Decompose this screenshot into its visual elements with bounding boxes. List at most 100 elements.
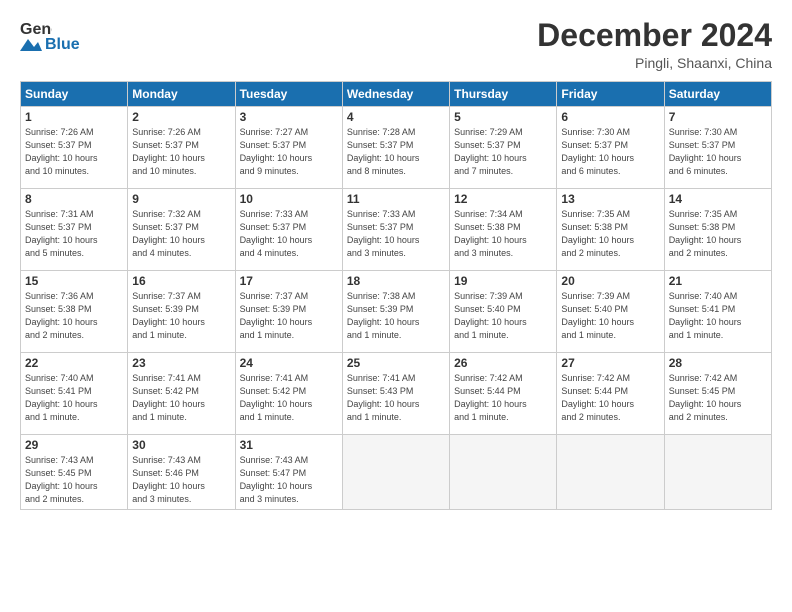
header: General Blue December 2024 Pingli, Shaan… <box>20 18 772 71</box>
month-title: December 2024 <box>537 18 772 53</box>
weekday-monday: Monday <box>128 82 235 107</box>
day-number: 9 <box>132 192 230 206</box>
day-number: 12 <box>454 192 552 206</box>
day-number: 28 <box>669 356 767 370</box>
logo-bird-icon <box>20 37 42 53</box>
day-number: 6 <box>561 110 659 124</box>
day-number: 15 <box>25 274 123 288</box>
day-info: Sunrise: 7:35 AM Sunset: 5:38 PM Dayligh… <box>669 208 767 260</box>
calendar-cell: 29 Sunrise: 7:43 AM Sunset: 5:45 PM Dayli… <box>21 435 128 510</box>
week-row-5: 29 Sunrise: 7:43 AM Sunset: 5:45 PM Dayli… <box>21 435 772 510</box>
day-info: Sunrise: 7:30 AM Sunset: 5:37 PM Dayligh… <box>561 126 659 178</box>
day-number: 11 <box>347 192 445 206</box>
weekday-thursday: Thursday <box>450 82 557 107</box>
day-number: 7 <box>669 110 767 124</box>
day-number: 2 <box>132 110 230 124</box>
day-number: 29 <box>25 438 123 452</box>
day-number: 17 <box>240 274 338 288</box>
title-block: December 2024 Pingli, Shaanxi, China <box>537 18 772 71</box>
day-number: 8 <box>25 192 123 206</box>
day-info: Sunrise: 7:42 AM Sunset: 5:45 PM Dayligh… <box>669 372 767 424</box>
day-number: 21 <box>669 274 767 288</box>
calendar-cell: 12 Sunrise: 7:34 AM Sunset: 5:38 PM Dayli… <box>450 189 557 271</box>
calendar-cell: 21 Sunrise: 7:40 AM Sunset: 5:41 PM Dayli… <box>664 271 771 353</box>
day-number: 16 <box>132 274 230 288</box>
calendar-cell: 13 Sunrise: 7:35 AM Sunset: 5:38 PM Dayli… <box>557 189 664 271</box>
week-row-2: 8 Sunrise: 7:31 AM Sunset: 5:37 PM Daylig… <box>21 189 772 271</box>
day-info: Sunrise: 7:26 AM Sunset: 5:37 PM Dayligh… <box>25 126 123 178</box>
calendar-cell: 6 Sunrise: 7:30 AM Sunset: 5:37 PM Daylig… <box>557 107 664 189</box>
calendar-cell: 26Sunrise: 7:42 AM Sunset: 5:44 PM Dayli… <box>450 353 557 435</box>
calendar-cell: 16 Sunrise: 7:37 AM Sunset: 5:39 PM Dayli… <box>128 271 235 353</box>
day-number: 22 <box>25 356 123 370</box>
day-number: 23 <box>132 356 230 370</box>
day-info: Sunrise: 7:43 AM Sunset: 5:47 PM Dayligh… <box>240 454 338 506</box>
calendar-cell: 17 Sunrise: 7:37 AM Sunset: 5:39 PM Dayli… <box>235 271 342 353</box>
calendar-cell <box>664 435 771 510</box>
weekday-header-row: SundayMondayTuesdayWednesdayThursdayFrid… <box>21 82 772 107</box>
calendar-cell: 20Sunrise: 7:39 AM Sunset: 5:40 PM Dayli… <box>557 271 664 353</box>
calendar-cell: 25 Sunrise: 7:41 AM Sunset: 5:43 PM Dayli… <box>342 353 449 435</box>
weekday-wednesday: Wednesday <box>342 82 449 107</box>
calendar-cell: 11 Sunrise: 7:33 AM Sunset: 5:37 PM Dayli… <box>342 189 449 271</box>
day-info: Sunrise: 7:40 AM Sunset: 5:41 PM Dayligh… <box>25 372 123 424</box>
page: General Blue December 2024 Pingli, Shaan… <box>0 0 792 612</box>
day-info: Sunrise: 7:43 AM Sunset: 5:45 PM Dayligh… <box>25 454 123 506</box>
weekday-tuesday: Tuesday <box>235 82 342 107</box>
calendar-body: 1 Sunrise: 7:26 AM Sunset: 5:37 PM Daylig… <box>21 107 772 510</box>
day-number: 1 <box>25 110 123 124</box>
day-number: 27 <box>561 356 659 370</box>
day-number: 18 <box>347 274 445 288</box>
calendar-cell <box>557 435 664 510</box>
day-number: 3 <box>240 110 338 124</box>
day-info: Sunrise: 7:37 AM Sunset: 5:39 PM Dayligh… <box>240 290 338 342</box>
calendar-cell <box>342 435 449 510</box>
day-info: Sunrise: 7:28 AM Sunset: 5:37 PM Dayligh… <box>347 126 445 178</box>
calendar-table: SundayMondayTuesdayWednesdayThursdayFrid… <box>20 81 772 510</box>
day-info: Sunrise: 7:38 AM Sunset: 5:39 PM Dayligh… <box>347 290 445 342</box>
day-number: 24 <box>240 356 338 370</box>
calendar-cell: 8 Sunrise: 7:31 AM Sunset: 5:37 PM Daylig… <box>21 189 128 271</box>
day-info: Sunrise: 7:41 AM Sunset: 5:42 PM Dayligh… <box>240 372 338 424</box>
day-info: Sunrise: 7:41 AM Sunset: 5:43 PM Dayligh… <box>347 372 445 424</box>
calendar-cell: 3 Sunrise: 7:27 AM Sunset: 5:37 PM Daylig… <box>235 107 342 189</box>
calendar-cell: 27Sunrise: 7:42 AM Sunset: 5:44 PM Dayli… <box>557 353 664 435</box>
calendar-cell <box>450 435 557 510</box>
calendar-cell: 1 Sunrise: 7:26 AM Sunset: 5:37 PM Daylig… <box>21 107 128 189</box>
day-info: Sunrise: 7:26 AM Sunset: 5:37 PM Dayligh… <box>132 126 230 178</box>
calendar-cell: 22 Sunrise: 7:40 AM Sunset: 5:41 PM Dayli… <box>21 353 128 435</box>
day-info: Sunrise: 7:30 AM Sunset: 5:37 PM Dayligh… <box>669 126 767 178</box>
day-info: Sunrise: 7:31 AM Sunset: 5:37 PM Dayligh… <box>25 208 123 260</box>
day-info: Sunrise: 7:27 AM Sunset: 5:37 PM Dayligh… <box>240 126 338 178</box>
calendar-cell: 15 Sunrise: 7:36 AM Sunset: 5:38 PM Dayli… <box>21 271 128 353</box>
day-info: Sunrise: 7:34 AM Sunset: 5:38 PM Dayligh… <box>454 208 552 260</box>
day-info: Sunrise: 7:29 AM Sunset: 5:37 PM Dayligh… <box>454 126 552 178</box>
day-info: Sunrise: 7:39 AM Sunset: 5:40 PM Dayligh… <box>454 290 552 342</box>
calendar-cell: 18 Sunrise: 7:38 AM Sunset: 5:39 PM Dayli… <box>342 271 449 353</box>
day-info: Sunrise: 7:33 AM Sunset: 5:37 PM Dayligh… <box>347 208 445 260</box>
day-number: 5 <box>454 110 552 124</box>
calendar-cell: 31 Sunrise: 7:43 AM Sunset: 5:47 PM Dayli… <box>235 435 342 510</box>
calendar-cell: 10 Sunrise: 7:33 AM Sunset: 5:37 PM Dayli… <box>235 189 342 271</box>
logo-blue-text: Blue <box>45 36 80 54</box>
day-info: Sunrise: 7:43 AM Sunset: 5:46 PM Dayligh… <box>132 454 230 506</box>
day-info: Sunrise: 7:41 AM Sunset: 5:42 PM Dayligh… <box>132 372 230 424</box>
calendar-cell: 24 Sunrise: 7:41 AM Sunset: 5:42 PM Dayli… <box>235 353 342 435</box>
week-row-3: 15 Sunrise: 7:36 AM Sunset: 5:38 PM Dayli… <box>21 271 772 353</box>
day-number: 10 <box>240 192 338 206</box>
day-info: Sunrise: 7:36 AM Sunset: 5:38 PM Dayligh… <box>25 290 123 342</box>
day-info: Sunrise: 7:42 AM Sunset: 5:44 PM Dayligh… <box>454 372 552 424</box>
day-number: 13 <box>561 192 659 206</box>
day-info: Sunrise: 7:35 AM Sunset: 5:38 PM Dayligh… <box>561 208 659 260</box>
location-subtitle: Pingli, Shaanxi, China <box>537 55 772 71</box>
day-info: Sunrise: 7:40 AM Sunset: 5:41 PM Dayligh… <box>669 290 767 342</box>
calendar-cell: 28 Sunrise: 7:42 AM Sunset: 5:45 PM Dayli… <box>664 353 771 435</box>
calendar-cell: 7 Sunrise: 7:30 AM Sunset: 5:37 PM Daylig… <box>664 107 771 189</box>
weekday-friday: Friday <box>557 82 664 107</box>
day-info: Sunrise: 7:33 AM Sunset: 5:37 PM Dayligh… <box>240 208 338 260</box>
day-number: 4 <box>347 110 445 124</box>
day-info: Sunrise: 7:37 AM Sunset: 5:39 PM Dayligh… <box>132 290 230 342</box>
day-number: 25 <box>347 356 445 370</box>
day-number: 31 <box>240 438 338 452</box>
calendar-cell: 19Sunrise: 7:39 AM Sunset: 5:40 PM Dayli… <box>450 271 557 353</box>
